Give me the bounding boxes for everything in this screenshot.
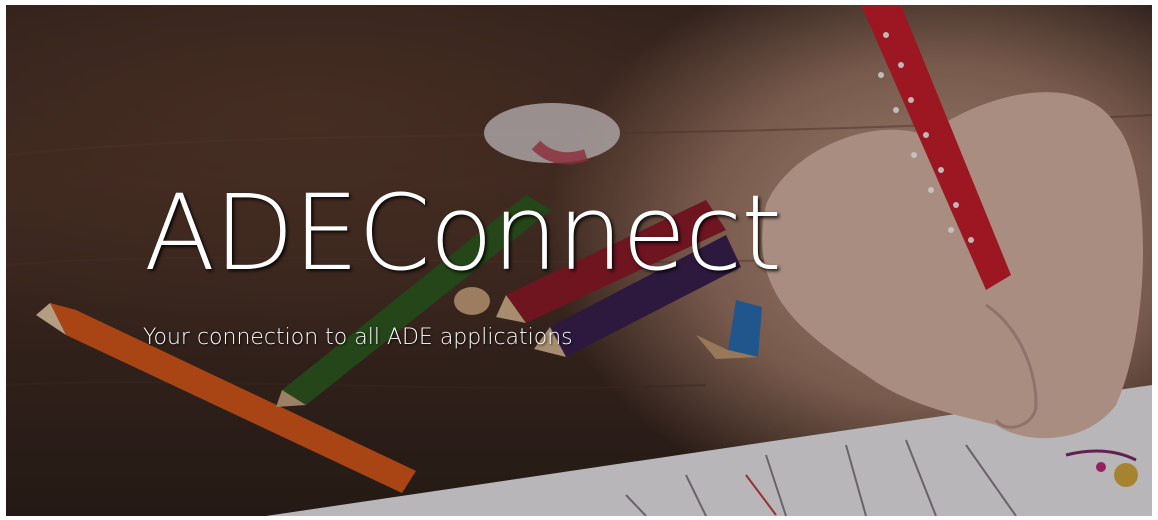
page: ADEConnect Your connection to all ADE ap… bbox=[0, 0, 1158, 520]
page-title: ADEConnect bbox=[144, 172, 782, 294]
page-subtitle: Your connection to all ADE applications bbox=[143, 325, 573, 350]
hero-banner: ADEConnect Your connection to all ADE ap… bbox=[6, 5, 1152, 516]
